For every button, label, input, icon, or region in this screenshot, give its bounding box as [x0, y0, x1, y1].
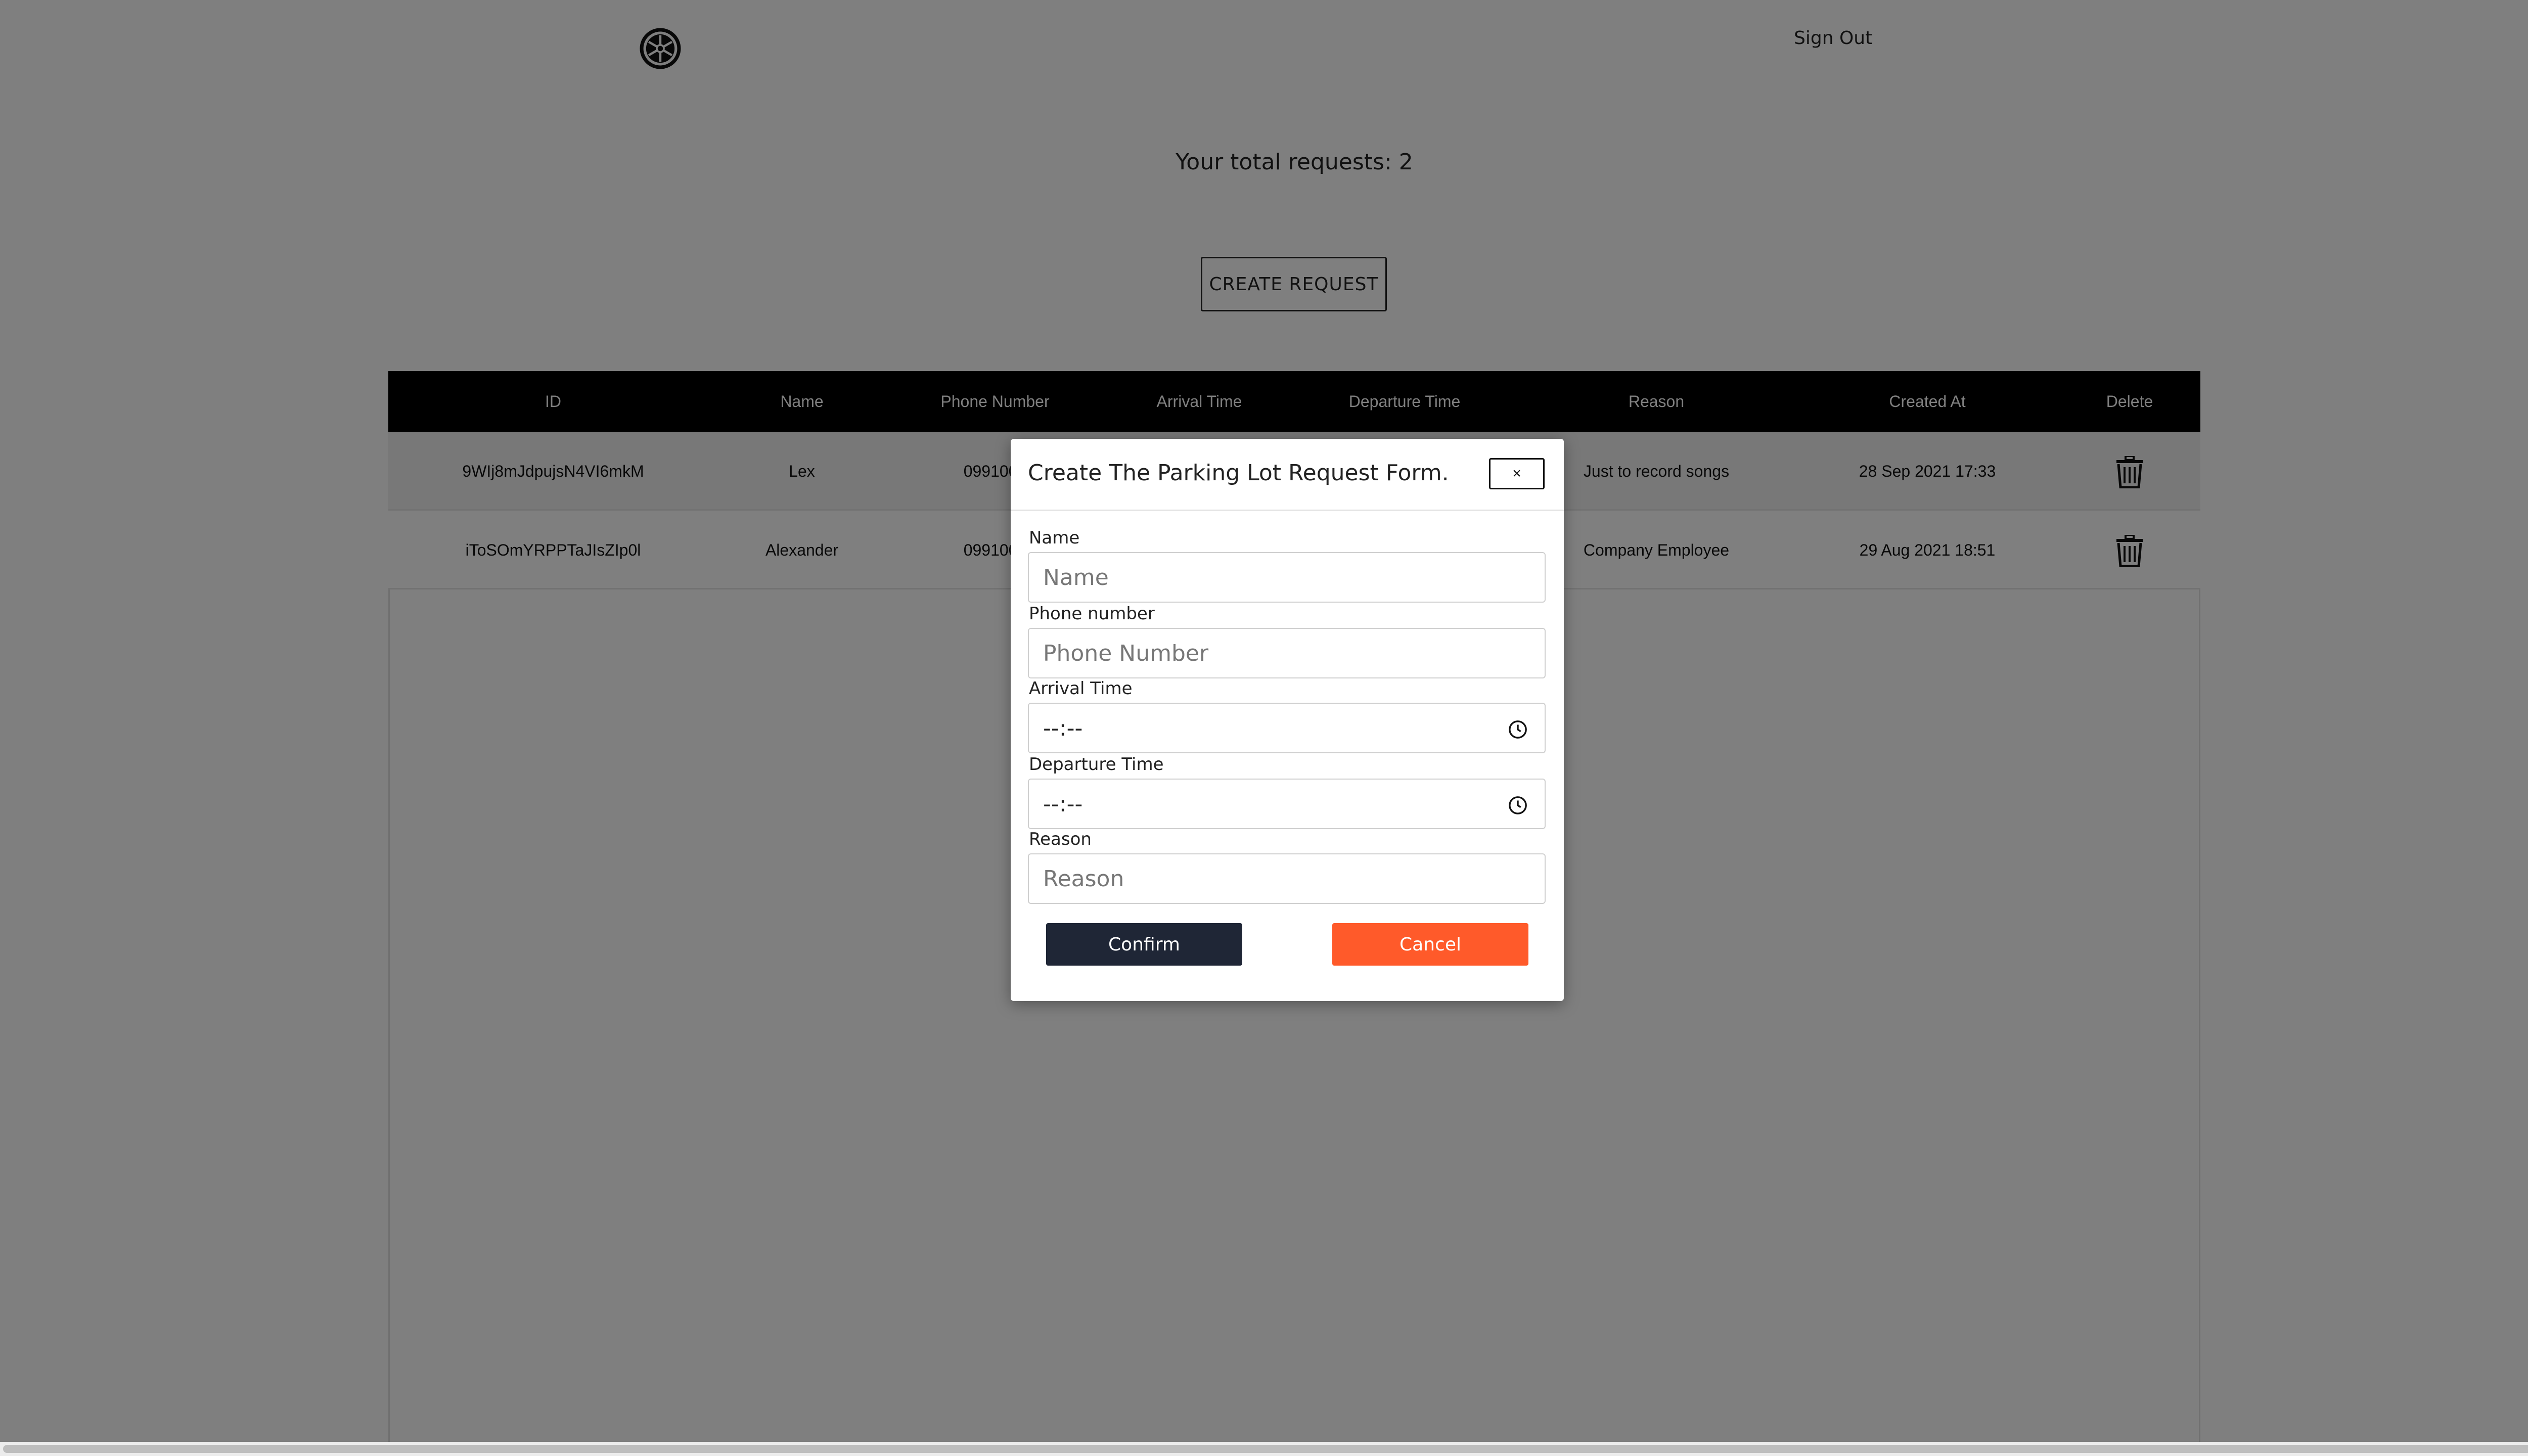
reason-field[interactable]: Reason [1028, 853, 1546, 904]
modal-header: Create The Parking Lot Request Form. × [1011, 439, 1564, 511]
cancel-button[interactable]: Cancel [1332, 923, 1528, 966]
reason-label: Reason [1029, 829, 1092, 849]
arrival-time-value: --:-- [1043, 715, 1083, 741]
phone-field[interactable]: Phone Number [1028, 628, 1546, 678]
arrival-time-label: Arrival Time [1029, 678, 1133, 699]
name-field[interactable]: Name [1028, 552, 1546, 603]
phone-label: Phone number [1029, 604, 1155, 624]
departure-time-value: --:-- [1043, 791, 1083, 817]
name-label: Name [1029, 528, 1080, 548]
departure-time-field[interactable]: --:-- [1028, 779, 1546, 829]
clock-icon[interactable] [1508, 720, 1527, 739]
clock-icon[interactable] [1508, 796, 1527, 815]
departure-time-label: Departure Time [1029, 754, 1164, 775]
horizontal-scroll-thumb[interactable] [3, 1445, 2528, 1453]
modal-title: Create The Parking Lot Request Form. [1028, 460, 1449, 486]
arrival-time-field[interactable]: --:-- [1028, 703, 1546, 753]
close-button[interactable]: × [1489, 458, 1545, 489]
confirm-button[interactable]: Confirm [1046, 923, 1242, 966]
create-request-modal: Create The Parking Lot Request Form. × N… [1011, 439, 1564, 1001]
horizontal-scrollbar[interactable] [0, 1442, 2528, 1456]
